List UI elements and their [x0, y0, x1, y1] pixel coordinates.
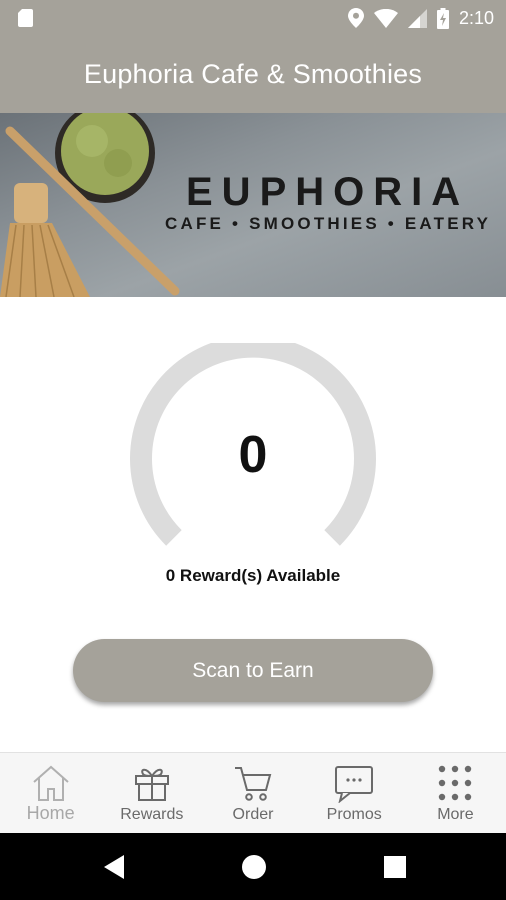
- nav-promos[interactable]: Promos: [304, 753, 405, 833]
- sd-card-icon: [18, 9, 33, 27]
- brand-banner: EUPHORIA CAFE • SMOOTHIES • EATERY: [0, 113, 506, 297]
- nav-home-label: Home: [26, 803, 75, 823]
- back-icon[interactable]: [100, 853, 128, 881]
- scan-to-earn-button[interactable]: Scan to Earn: [73, 639, 433, 702]
- brand-title: EUPHORIA: [186, 170, 470, 214]
- brand-tagline: CAFE • SMOOTHIES • EATERY: [165, 214, 492, 233]
- nav-order[interactable]: Order: [202, 753, 303, 833]
- nav-rewards-label: Rewards: [120, 806, 184, 823]
- home-icon: [32, 765, 69, 801]
- chat-bubble-icon: [335, 766, 374, 803]
- nav-more-label: More: [437, 806, 474, 823]
- signal-icon: [407, 8, 427, 28]
- app-bar: Euphoria Cafe & Smoothies: [0, 36, 506, 113]
- status-bar: 2:10: [0, 0, 506, 36]
- status-time: 2:10: [458, 7, 494, 28]
- rewards-available-text: 0 Reward(s) Available: [165, 566, 341, 585]
- location-icon: [347, 8, 364, 28]
- nav-more[interactable]: More: [405, 753, 506, 833]
- battery-charging-icon: [436, 7, 449, 29]
- home-button-icon[interactable]: [240, 853, 268, 881]
- system-nav-bar: [0, 833, 506, 900]
- gift-icon: [134, 768, 169, 801]
- wifi-icon: [373, 8, 398, 28]
- cart-icon: [235, 767, 272, 801]
- points-value: 0: [238, 426, 268, 484]
- nav-promos-label: Promos: [326, 806, 382, 823]
- nav-home[interactable]: Home: [0, 753, 101, 833]
- grid-dots-icon: [439, 765, 472, 801]
- nav-rewards[interactable]: Rewards: [101, 753, 202, 833]
- nav-order-label: Order: [232, 806, 274, 823]
- bottom-nav: Home Rewards Order Promos More: [0, 752, 506, 833]
- recents-icon[interactable]: [381, 853, 409, 881]
- app-title: Euphoria Cafe & Smoothies: [83, 59, 423, 89]
